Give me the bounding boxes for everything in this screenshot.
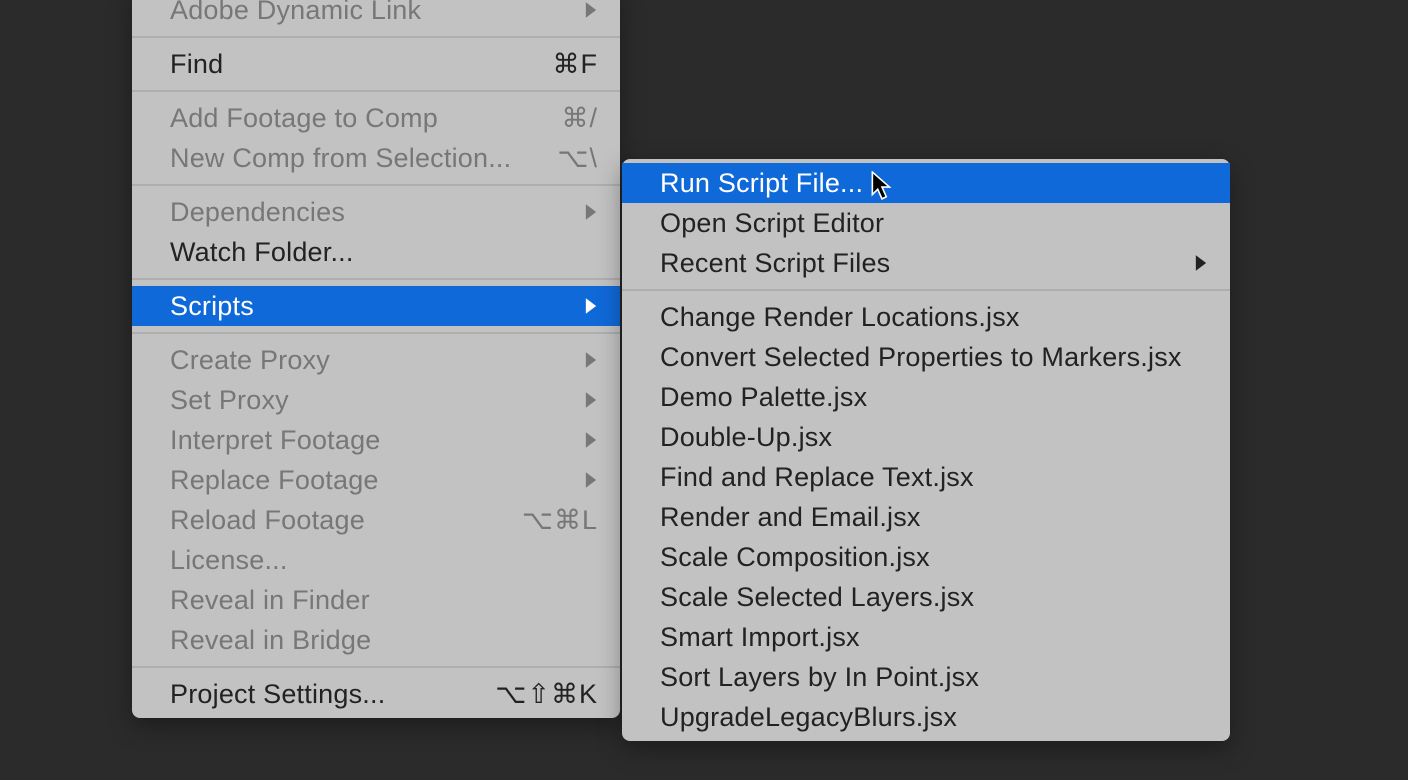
menu-item-label: Change Render Locations.jsx	[660, 299, 1020, 335]
menu-item-label: Dependencies	[170, 194, 345, 230]
menu-item-label: Reload Footage	[170, 502, 365, 538]
chevron-right-icon	[584, 471, 598, 489]
menu-item-script-file[interactable]: Scale Composition.jsx	[622, 537, 1230, 577]
menu-item-license[interactable]: License...	[132, 540, 620, 580]
scripts-submenu: Run Script File... Open Script Editor Re…	[622, 159, 1230, 741]
menu-separator	[132, 184, 620, 186]
menu-item-label: Reveal in Finder	[170, 582, 370, 618]
menu-separator	[622, 289, 1230, 291]
chevron-right-icon	[584, 431, 598, 449]
menu-item-label: Replace Footage	[170, 462, 379, 498]
menu-item-open-script-editor[interactable]: Open Script Editor	[622, 203, 1230, 243]
menu-item-dependencies[interactable]: Dependencies	[132, 192, 620, 232]
menu-item-reveal-in-finder[interactable]: Reveal in Finder	[132, 580, 620, 620]
menu-item-run-script-file[interactable]: Run Script File...	[622, 163, 1230, 203]
chevron-right-icon	[584, 351, 598, 369]
menu-item-label: Smart Import.jsx	[660, 619, 860, 655]
menu-item-shortcut: ⌥⌘L	[522, 502, 598, 538]
menu-item-script-file[interactable]: Scale Selected Layers.jsx	[622, 577, 1230, 617]
menu-item-label: Add Footage to Comp	[170, 100, 438, 136]
menu-item-replace-footage[interactable]: Replace Footage	[132, 460, 620, 500]
menu-item-label: Run Script File...	[660, 165, 863, 201]
chevron-right-icon	[1194, 254, 1208, 272]
menu-item-scripts[interactable]: Scripts	[132, 286, 620, 326]
menu-separator	[132, 278, 620, 280]
menu-item-script-file[interactable]: Double-Up.jsx	[622, 417, 1230, 457]
menu-item-label: Demo Palette.jsx	[660, 379, 867, 415]
menu-item-shortcut: ⌘F	[553, 46, 599, 82]
menu-separator	[132, 90, 620, 92]
menu-item-label: Sort Layers by In Point.jsx	[660, 659, 979, 695]
menu-item-shortcut: ⌥\	[557, 140, 598, 176]
menu-separator	[132, 332, 620, 334]
menu-separator	[132, 666, 620, 668]
menu-item-find[interactable]: Find ⌘F	[132, 44, 620, 84]
menu-item-label: Recent Script Files	[660, 245, 890, 281]
menu-item-label: Find and Replace Text.jsx	[660, 459, 974, 495]
menu-item-label: Adobe Dynamic Link	[170, 0, 421, 28]
menu-item-label: Scripts	[170, 288, 254, 324]
menu-item-label: Scale Selected Layers.jsx	[660, 579, 974, 615]
menu-item-label: Convert Selected Properties to Markers.j…	[660, 339, 1182, 375]
menu-separator	[132, 36, 620, 38]
menu-item-shortcut: ⌘/	[561, 100, 598, 136]
menu-item-label: License...	[170, 542, 288, 578]
menu-item-script-file[interactable]: Render and Email.jsx	[622, 497, 1230, 537]
menu-item-label: Double-Up.jsx	[660, 419, 832, 455]
menu-item-label: Reveal in Bridge	[170, 622, 371, 658]
menu-item-label: Find	[170, 46, 223, 82]
menu-item-script-file[interactable]: Sort Layers by In Point.jsx	[622, 657, 1230, 697]
menu-item-label: UpgradeLegacyBlurs.jsx	[660, 699, 957, 735]
menu-item-label: Create Proxy	[170, 342, 330, 378]
menu-item-script-file[interactable]: Convert Selected Properties to Markers.j…	[622, 337, 1230, 377]
chevron-right-icon	[584, 297, 598, 315]
file-menu: Adobe Dynamic Link Find ⌘F Add Footage t…	[132, 0, 620, 718]
menu-item-script-file[interactable]: Smart Import.jsx	[622, 617, 1230, 657]
menu-item-shortcut: ⌥⇧⌘K	[495, 676, 598, 712]
menu-item-project-settings[interactable]: Project Settings... ⌥⇧⌘K	[132, 674, 620, 714]
menu-item-reload-footage[interactable]: Reload Footage ⌥⌘L	[132, 500, 620, 540]
chevron-right-icon	[584, 203, 598, 221]
menu-item-script-file[interactable]: Find and Replace Text.jsx	[622, 457, 1230, 497]
menu-item-label: Set Proxy	[170, 382, 289, 418]
chevron-right-icon	[584, 1, 598, 19]
menu-item-label: Interpret Footage	[170, 422, 381, 458]
menu-item-reveal-in-bridge[interactable]: Reveal in Bridge	[132, 620, 620, 660]
chevron-right-icon	[584, 391, 598, 409]
menu-item-set-proxy[interactable]: Set Proxy	[132, 380, 620, 420]
menu-item-label: Render and Email.jsx	[660, 499, 921, 535]
menu-item-label: New Comp from Selection...	[170, 140, 511, 176]
menu-item-new-comp-from-selection[interactable]: New Comp from Selection... ⌥\	[132, 138, 620, 178]
menu-item-interpret-footage[interactable]: Interpret Footage	[132, 420, 620, 460]
menu-item-label: Project Settings...	[170, 676, 385, 712]
menu-item-script-file[interactable]: UpgradeLegacyBlurs.jsx	[622, 697, 1230, 737]
menu-item-script-file[interactable]: Demo Palette.jsx	[622, 377, 1230, 417]
menu-item-script-file[interactable]: Change Render Locations.jsx	[622, 297, 1230, 337]
menu-item-label: Watch Folder...	[170, 234, 354, 270]
menu-item-watch-folder[interactable]: Watch Folder...	[132, 232, 620, 272]
menu-item-label: Scale Composition.jsx	[660, 539, 930, 575]
menu-item-create-proxy[interactable]: Create Proxy	[132, 340, 620, 380]
menu-item-recent-script-files[interactable]: Recent Script Files	[622, 243, 1230, 283]
menu-item-label: Open Script Editor	[660, 205, 884, 241]
menu-item-adobe-dynamic-link[interactable]: Adobe Dynamic Link	[132, 0, 620, 30]
menu-item-add-footage-to-comp[interactable]: Add Footage to Comp ⌘/	[132, 98, 620, 138]
